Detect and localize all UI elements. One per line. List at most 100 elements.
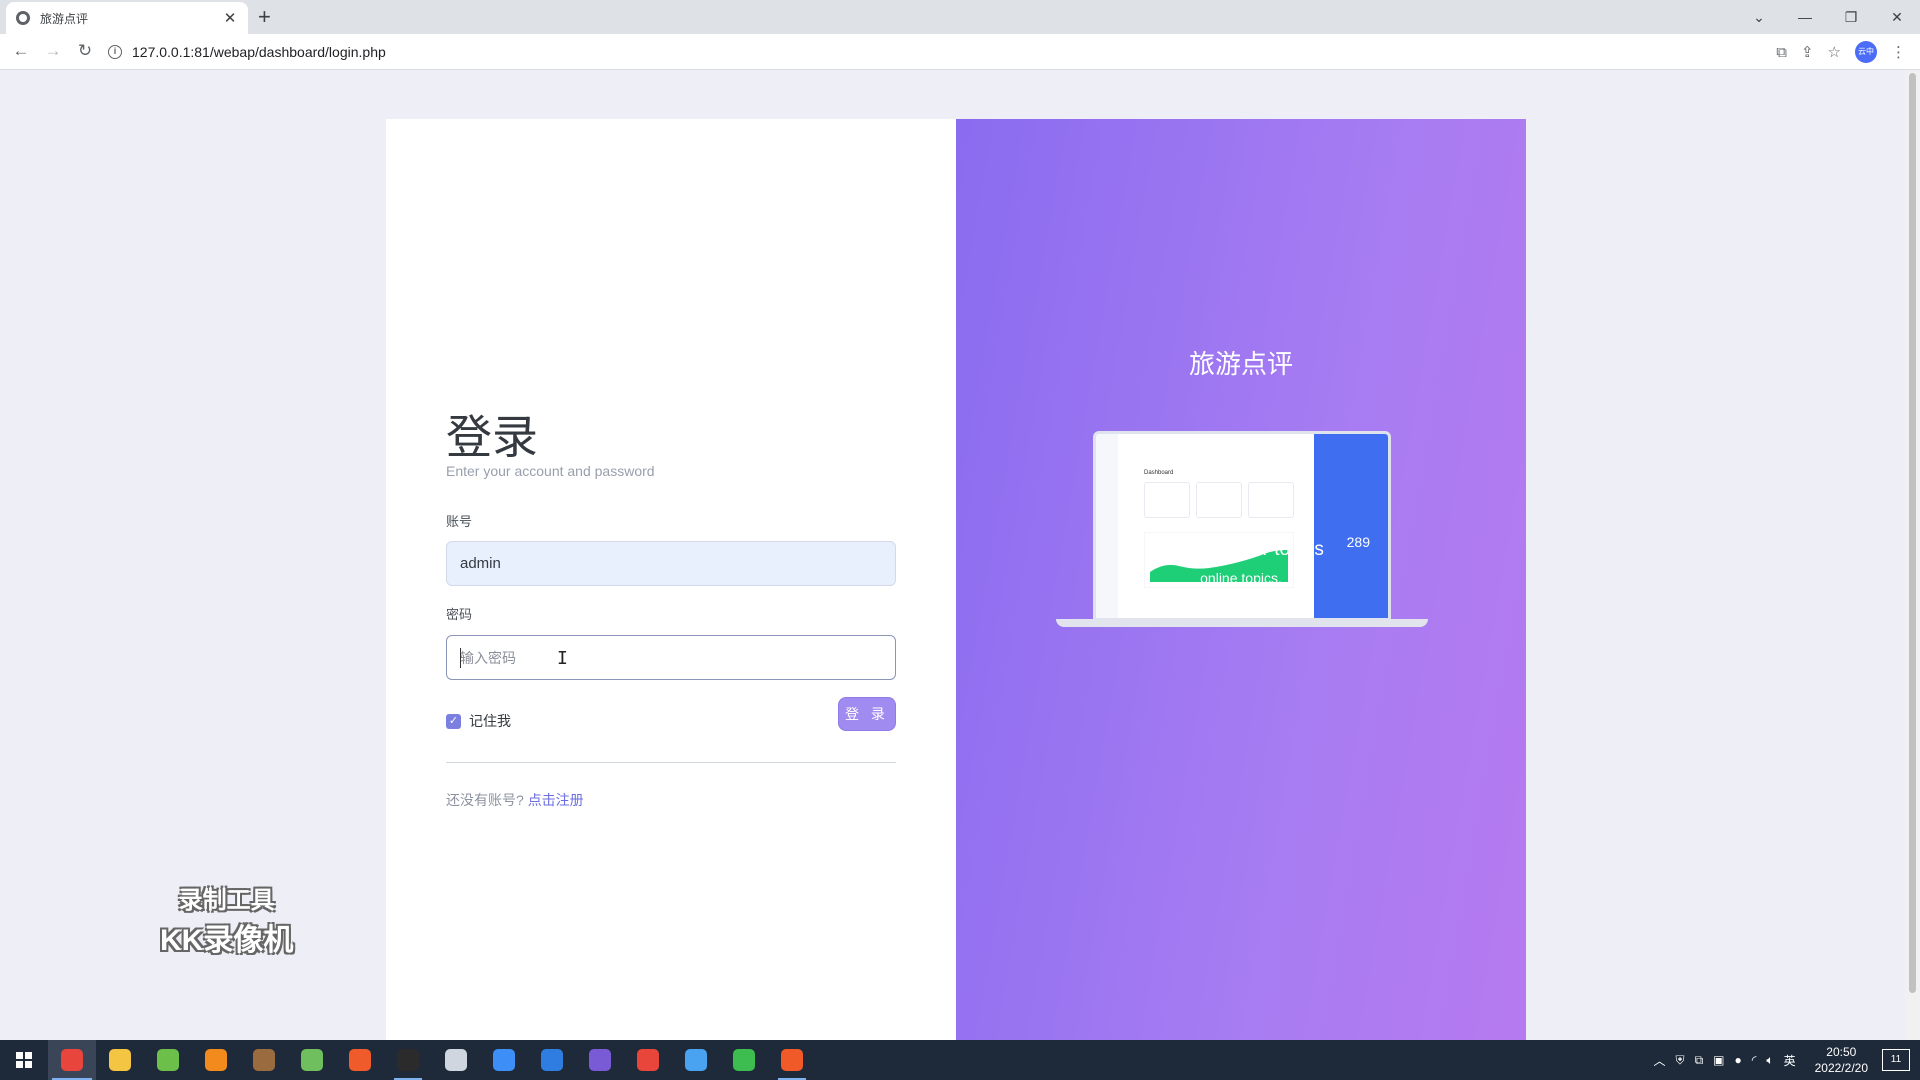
showcase-heading: Manage your topics	[1158, 539, 1324, 560]
recorder-watermark: 录制工具 KK录像机	[160, 880, 293, 959]
taskbar-app[interactable]	[768, 1040, 816, 1080]
media-player-icon	[349, 1049, 371, 1071]
browser-tab[interactable]: 旅游点评 ✕	[6, 2, 248, 34]
close-window-icon[interactable]: ✕	[1874, 9, 1920, 26]
login-form-pane: 登录 Enter your account and password 账号 ad…	[386, 119, 956, 1040]
wps-icon	[637, 1049, 659, 1071]
remember-checkbox[interactable]: ✓	[446, 713, 461, 729]
share-icon[interactable]: ⇪	[1801, 43, 1814, 61]
showcase-subheading: online topics.	[1200, 570, 1282, 586]
password-label: 密码	[446, 607, 473, 622]
remember-me[interactable]: ✓ 记住我	[446, 711, 511, 731]
mock-side-panel	[1314, 434, 1388, 618]
register-link[interactable]: 点击注册	[528, 792, 584, 808]
showcase-pane: 旅游点评 Dashboard 289 Manage your topics on…	[956, 119, 1526, 1040]
clock-date: 2022/2/20	[1814, 1061, 1868, 1075]
laptop-base	[1056, 619, 1428, 627]
game-icon	[253, 1049, 275, 1071]
taskbar-app[interactable]	[384, 1040, 432, 1080]
divider	[446, 762, 896, 763]
browser-blue-icon	[541, 1049, 563, 1071]
toolbar-actions: ⧉ ⇪ ☆ 云中 ⋮	[1776, 41, 1906, 63]
tab-title: 旅游点评	[40, 11, 89, 26]
recorder-icon	[781, 1049, 803, 1071]
profile-avatar[interactable]: 云中	[1855, 41, 1877, 63]
taskbar-app[interactable]	[528, 1040, 576, 1080]
restore-icon[interactable]: ❐	[1828, 9, 1874, 26]
laptop-illustration: Dashboard 289	[1056, 311, 1428, 627]
system-tray: ︿ ⛨ ⧉ ▣ ● ◜ 🔈︎ 英 20:50 2022/2/20 11	[1649, 1040, 1920, 1080]
windows-taskbar: ︿ ⛨ ⧉ ▣ ● ◜ 🔈︎ 英 20:50 2022/2/20 11	[0, 1040, 1920, 1080]
browser-toolbar: ← → ↻ i 127.0.0.1:81/webap/dashboard/log…	[0, 34, 1920, 70]
remember-label: 记住我	[469, 713, 511, 729]
taskbar-app[interactable]	[624, 1040, 672, 1080]
qq-icon	[397, 1049, 419, 1071]
wifi-icon[interactable]: ◜	[1752, 1053, 1757, 1067]
page-scrollbar[interactable]	[1905, 71, 1920, 1040]
ime-indicator[interactable]: 英	[1784, 1052, 1796, 1069]
mock-card	[1196, 482, 1242, 518]
taskbar-apps	[48, 1040, 816, 1080]
taskbar-app[interactable]	[576, 1040, 624, 1080]
volume-icon[interactable]: 🔈︎	[1766, 1053, 1773, 1068]
scrollbar-thumb[interactable]	[1909, 73, 1916, 993]
taskbar-app[interactable]	[96, 1040, 144, 1080]
search-app-icon	[205, 1049, 227, 1071]
baidu-netdisk-icon	[493, 1049, 515, 1071]
account-label: 账号	[446, 514, 473, 529]
register-prompt: 还没有账号? 点击注册	[446, 790, 584, 810]
app-green-icon	[157, 1049, 179, 1071]
tab-search-icon[interactable]: ⌄	[1736, 9, 1782, 26]
login-subtitle: Enter your account and password	[446, 463, 655, 479]
network-device-icon[interactable]: ⧉	[1695, 1053, 1704, 1068]
login-title: 登录	[446, 410, 538, 464]
windows-logo-icon	[16, 1052, 32, 1068]
taskbar-app[interactable]	[240, 1040, 288, 1080]
taskbar-app[interactable]	[672, 1040, 720, 1080]
menu-kebab-icon[interactable]: ⋮	[1891, 43, 1906, 61]
taskbar-app[interactable]	[720, 1040, 768, 1080]
back-icon[interactable]: ←	[10, 41, 32, 61]
login-button[interactable]: 登 录	[838, 697, 896, 731]
site-info-icon[interactable]: i	[108, 45, 122, 59]
tray-expand-icon[interactable]: ︿	[1654, 1052, 1666, 1069]
browser-tab-strip: 旅游点评 ✕ + ⌄ — ❐ ✕	[0, 0, 1920, 34]
mock-card	[1144, 482, 1190, 518]
password-placeholder: 输入密码	[460, 649, 516, 666]
laptop-screen: Dashboard 289	[1093, 431, 1391, 621]
battery-app-icon[interactable]: ▣	[1713, 1053, 1724, 1067]
wechat-tray-icon[interactable]: ●	[1734, 1053, 1741, 1067]
notification-center-icon[interactable]: 11	[1882, 1049, 1910, 1071]
ibeam-cursor-icon: I	[557, 648, 568, 669]
antivirus-icon[interactable]: ⛨	[1676, 1053, 1685, 1068]
minimize-icon[interactable]: —	[1782, 9, 1828, 25]
account-value: admin	[460, 555, 501, 572]
bookmark-star-icon[interactable]: ☆	[1828, 43, 1841, 61]
translate-icon[interactable]: ⧉	[1776, 44, 1787, 61]
watermark-line1: 录制工具	[178, 887, 275, 914]
clock[interactable]: 20:50 2022/2/20	[1815, 1044, 1868, 1076]
register-prompt-text: 还没有账号?	[446, 792, 524, 808]
password-input[interactable]: 输入密码 I	[446, 635, 896, 680]
taskbar-app[interactable]	[192, 1040, 240, 1080]
reload-icon[interactable]: ↻	[74, 41, 96, 61]
globe-icon	[16, 11, 30, 25]
wechat-icon	[733, 1049, 755, 1071]
tab-close-icon[interactable]: ✕	[222, 9, 238, 27]
account-input[interactable]: admin	[446, 541, 896, 586]
forward-icon[interactable]: →	[42, 41, 64, 61]
taskbar-app[interactable]	[432, 1040, 480, 1080]
taskbar-app[interactable]	[336, 1040, 384, 1080]
new-tab-button[interactable]: +	[258, 4, 271, 30]
login-card: 登录 Enter your account and password 账号 ad…	[386, 119, 1526, 1040]
magnifier-icon	[685, 1049, 707, 1071]
notepad-icon	[301, 1049, 323, 1071]
watermark-line2: KK录像机	[160, 924, 294, 957]
taskbar-app[interactable]	[288, 1040, 336, 1080]
taskbar-app[interactable]	[144, 1040, 192, 1080]
address-bar[interactable]: i 127.0.0.1:81/webap/dashboard/login.php	[108, 38, 1788, 66]
taskbar-app[interactable]	[48, 1040, 96, 1080]
start-button[interactable]	[0, 1040, 48, 1080]
file-explorer-icon	[109, 1049, 131, 1071]
taskbar-app[interactable]	[480, 1040, 528, 1080]
